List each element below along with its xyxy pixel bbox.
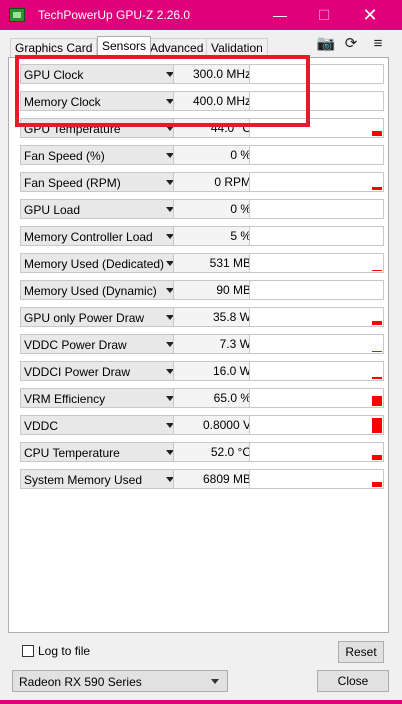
menu-icon[interactable]: ≡	[368, 35, 388, 53]
sensor-row: Fan Speed (RPM) 0 RPM	[14, 172, 384, 194]
sensor-row: VDDC 0.8000 V	[14, 415, 384, 437]
gpu-select-value: Radeon RX 590 Series	[19, 675, 142, 689]
sensor-select[interactable]: VDDC Power Draw	[20, 334, 181, 354]
sensor-graph	[249, 145, 384, 165]
sensor-label: VDDCI Power Draw	[24, 365, 131, 379]
sensor-value: 90 MB	[173, 280, 257, 300]
camera-icon[interactable]: 📷	[316, 35, 336, 53]
sensor-graph-bar	[372, 321, 382, 325]
sensor-row: Memory Controller Load 5 %	[14, 226, 384, 248]
sensor-select[interactable]: GPU only Power Draw	[20, 307, 181, 327]
sensor-graph	[249, 361, 384, 381]
chevron-down-icon	[211, 679, 219, 684]
sensor-label: Memory Controller Load	[24, 230, 153, 244]
sensor-graph	[249, 172, 384, 192]
close-button[interactable]: Close	[317, 670, 389, 692]
sensor-select[interactable]: VDDCI Power Draw	[20, 361, 181, 381]
sensor-label: VDDC Power Draw	[24, 338, 127, 352]
sensor-row: VRM Efficiency 65.0 %	[14, 388, 384, 410]
sensor-graph	[249, 280, 384, 300]
sensor-graph-bar	[372, 455, 382, 460]
sensor-graph	[249, 442, 384, 462]
sensor-row: GPU Load 0 %	[14, 199, 384, 221]
sensor-graph-bar	[372, 418, 382, 433]
sensor-select[interactable]: Memory Controller Load	[20, 226, 181, 246]
gpu-z-app-icon	[9, 8, 25, 22]
sensor-select[interactable]: VDDC	[20, 415, 181, 435]
sensor-label: CPU Temperature	[24, 446, 120, 460]
sensor-row: CPU Temperature 52.0 °C	[14, 442, 384, 464]
sensor-graph-bar	[372, 482, 382, 487]
sensor-label: Fan Speed (%)	[24, 149, 105, 163]
sensor-value: 16.0 W	[173, 361, 257, 381]
sensor-value: 52.0 °C	[173, 442, 257, 462]
sensor-label: Fan Speed (RPM)	[24, 176, 121, 190]
sensor-graph	[249, 388, 384, 408]
sensor-graph-bar	[372, 351, 382, 352]
sensor-row: Memory Used (Dedicated) 531 MB	[14, 253, 384, 275]
sensor-graph	[249, 199, 384, 219]
sensor-value: 65.0 %	[173, 388, 257, 408]
sensor-row: Memory Used (Dynamic) 90 MB	[14, 280, 384, 302]
sensor-select[interactable]: Fan Speed (RPM)	[20, 172, 181, 192]
window-bottom-edge	[0, 700, 402, 704]
sensor-value: 7.3 W	[173, 334, 257, 354]
sensor-row: System Memory Used 6809 MB	[14, 469, 384, 491]
sensor-value: 0 %	[173, 199, 257, 219]
sensor-value: 5 %	[173, 226, 257, 246]
sensor-row: VDDC Power Draw 7.3 W	[14, 334, 384, 356]
log-to-file-checkbox[interactable]	[22, 645, 34, 657]
gpu-select[interactable]: Radeon RX 590 Series	[12, 670, 228, 692]
close-window-button[interactable]: ✕	[355, 4, 385, 26]
minimize-button[interactable]: —	[265, 4, 295, 26]
sensor-value: 0.8000 V	[173, 415, 257, 435]
sensor-row: VDDCI Power Draw 16.0 W	[14, 361, 384, 383]
sensor-label: Memory Used (Dedicated)	[24, 257, 165, 271]
highlight-box	[15, 55, 310, 127]
sensor-label: VRM Efficiency	[24, 392, 106, 406]
sensor-select[interactable]: Memory Used (Dedicated)	[20, 253, 181, 273]
sensor-value: 0 RPM	[173, 172, 257, 192]
sensor-label: VDDC	[24, 419, 59, 433]
sensor-select[interactable]: GPU Load	[20, 199, 181, 219]
sensor-label: GPU Load	[24, 203, 81, 217]
log-to-file-label: Log to file	[38, 644, 91, 658]
sensor-label: System Memory Used	[24, 473, 143, 487]
sensor-label: Memory Used (Dynamic)	[24, 284, 157, 298]
sensor-graph-bar	[372, 377, 382, 379]
sensor-select[interactable]: VRM Efficiency	[20, 388, 181, 408]
sensor-select[interactable]: Fan Speed (%)	[20, 145, 181, 165]
reset-button[interactable]: Reset	[338, 641, 384, 663]
sensor-value: 35.8 W	[173, 307, 257, 327]
sensor-row: Fan Speed (%) 0 %	[14, 145, 384, 167]
sensor-select[interactable]: Memory Used (Dynamic)	[20, 280, 181, 300]
sensor-graph	[249, 415, 384, 435]
sensor-select[interactable]: CPU Temperature	[20, 442, 181, 462]
sensor-graph	[249, 334, 384, 354]
sensor-graph-bar	[372, 396, 382, 406]
maximize-button[interactable]: ☐	[309, 4, 339, 26]
sensor-row: GPU only Power Draw 35.8 W	[14, 307, 384, 329]
sensor-graph-bar	[372, 270, 382, 271]
sensor-graph	[249, 469, 384, 489]
sensor-value: 531 MB	[173, 253, 257, 273]
sensor-graph	[249, 307, 384, 327]
sensor-value: 0 %	[173, 145, 257, 165]
sensor-graph	[249, 226, 384, 246]
window-title: TechPowerUp GPU-Z 2.26.0	[38, 8, 191, 22]
sensor-graph	[249, 253, 384, 273]
sensor-graph-bar	[372, 131, 382, 136]
sensor-label: GPU only Power Draw	[24, 311, 145, 325]
title-bar[interactable]: TechPowerUp GPU-Z 2.26.0 — ☐ ✕	[0, 0, 402, 30]
sensor-graph-bar	[372, 187, 382, 190]
sensor-value: 6809 MB	[173, 469, 257, 489]
sensor-select[interactable]: System Memory Used	[20, 469, 181, 489]
refresh-icon[interactable]: ⟳	[341, 35, 361, 53]
